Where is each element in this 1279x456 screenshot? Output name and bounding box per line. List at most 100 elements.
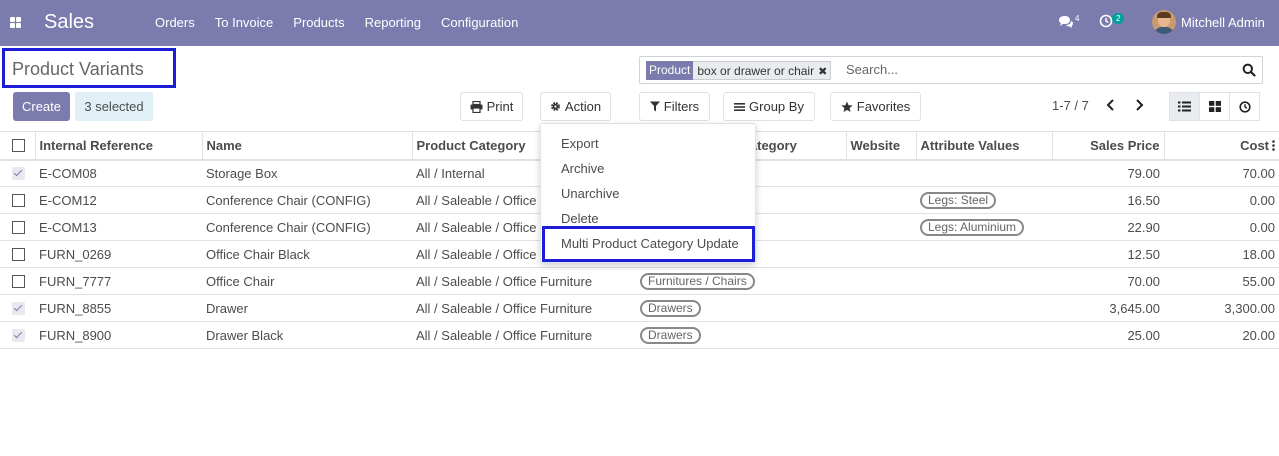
menu-item-delete[interactable]: Delete — [561, 211, 599, 226]
row-checkbox[interactable] — [12, 301, 25, 315]
column-name[interactable]: Name — [201, 131, 412, 161]
cell-attribute-values[interactable] — [916, 294, 1052, 322]
cell-sales-price[interactable]: 16.50 — [1052, 186, 1164, 214]
menu-item-products[interactable]: Products — [293, 15, 344, 30]
cell-attribute-values[interactable]: Legs: Steel — [916, 186, 1052, 214]
cell-category[interactable]: Drawers — [636, 321, 846, 349]
cell-category[interactable]: Furnitures / Chairs — [636, 267, 846, 295]
menu-item-to-invoice[interactable]: To Invoice — [215, 15, 274, 30]
row-select-cell[interactable] — [0, 186, 35, 214]
cell-cost[interactable]: 0.00 — [1164, 213, 1279, 241]
groupby-button[interactable]: Group By — [723, 92, 815, 121]
row-select-cell[interactable] — [0, 213, 35, 241]
cell-product-category[interactable]: All / Saleable / Office Furniture — [412, 267, 636, 295]
menu-item-export[interactable]: Export — [561, 136, 599, 151]
cell-cost[interactable]: 70.00 — [1164, 159, 1279, 187]
search-facet[interactable]: Product box or drawer or chair ✖ — [646, 61, 832, 80]
cell-name[interactable]: Drawer Black — [202, 321, 412, 349]
cell-sales-price[interactable]: 12.50 — [1052, 240, 1164, 268]
app-brand[interactable]: Sales — [44, 11, 94, 34]
table-row[interactable]: FURN_7777 Office Chair All / Saleable / … — [0, 267, 1279, 295]
menu-item-configuration[interactable]: Configuration — [441, 15, 518, 30]
cell-internal-reference[interactable]: E-COM13 — [35, 213, 202, 241]
chevron-right-icon[interactable] — [1132, 97, 1146, 113]
cell-cost[interactable]: 55.00 — [1164, 267, 1279, 295]
cell-name[interactable]: Office Chair Black — [202, 240, 412, 268]
cell-internal-reference[interactable]: FURN_8855 — [35, 294, 202, 322]
cell-website[interactable] — [846, 159, 916, 187]
cell-sales-price[interactable]: 70.00 — [1052, 267, 1164, 295]
cell-website[interactable] — [846, 213, 916, 241]
activity-view-button[interactable] — [1229, 92, 1260, 121]
cell-website[interactable] — [846, 240, 916, 268]
row-select-cell[interactable] — [0, 159, 35, 187]
cell-name[interactable]: Conference Chair (CONFIG) — [202, 186, 412, 214]
select-all-cell[interactable] — [0, 131, 35, 161]
cell-sales-price[interactable]: 25.00 — [1052, 321, 1164, 349]
chat-icon[interactable] — [1058, 14, 1074, 30]
create-button[interactable]: Create — [13, 92, 70, 121]
menu-item-multi-product-category-update[interactable]: Multi Product Category Update — [561, 236, 739, 251]
select-all-checkbox[interactable] — [12, 138, 25, 152]
cell-cost[interactable]: 20.00 — [1164, 321, 1279, 349]
column-attribute-values[interactable]: Attribute Values — [915, 131, 1052, 161]
list-view-button[interactable] — [1169, 92, 1200, 121]
favorites-button[interactable]: Favorites — [830, 92, 921, 121]
cell-website[interactable] — [846, 267, 916, 295]
row-select-cell[interactable] — [0, 267, 35, 295]
menu-item-unarchive[interactable]: Unarchive — [561, 186, 620, 201]
row-select-cell[interactable] — [0, 240, 35, 268]
cell-name[interactable]: Conference Chair (CONFIG) — [202, 213, 412, 241]
print-button[interactable]: Print — [460, 92, 523, 121]
row-select-cell[interactable] — [0, 294, 35, 322]
column-internal-reference[interactable]: Internal Reference — [34, 131, 202, 161]
cell-internal-reference[interactable]: FURN_0269 — [35, 240, 202, 268]
remove-facet-icon[interactable]: ✖ — [818, 66, 827, 78]
row-checkbox[interactable] — [12, 220, 25, 234]
search-bar[interactable]: Product box or drawer or chair ✖ — [639, 56, 1263, 84]
cell-attribute-values[interactable] — [916, 159, 1052, 187]
cell-website[interactable] — [846, 186, 916, 214]
cell-product-category[interactable]: All / Saleable / Office Furniture — [412, 294, 636, 322]
table-row[interactable]: FURN_8855 Drawer All / Saleable / Office… — [0, 294, 1279, 322]
column-sales-price[interactable]: Sales Price — [1051, 131, 1164, 161]
cell-internal-reference[interactable]: E-COM08 — [35, 159, 202, 187]
chevron-left-icon[interactable] — [1104, 97, 1118, 113]
column-cost[interactable]: Cost — [1163, 131, 1279, 161]
cell-name[interactable]: Drawer — [202, 294, 412, 322]
user-name[interactable]: Mitchell Admin — [1181, 15, 1265, 30]
pager-value[interactable]: 1-7 / 7 — [1052, 98, 1089, 113]
row-checkbox[interactable] — [12, 274, 25, 288]
cell-cost[interactable]: 3,300.00 — [1164, 294, 1279, 322]
cell-attribute-values[interactable] — [916, 240, 1052, 268]
cell-name[interactable]: Storage Box — [202, 159, 412, 187]
search-icon[interactable] — [1242, 63, 1256, 77]
cell-category[interactable]: Drawers — [636, 294, 846, 322]
row-checkbox[interactable] — [12, 193, 25, 207]
menu-item-archive[interactable]: Archive — [561, 161, 604, 176]
action-button[interactable]: Action — [540, 92, 611, 121]
activity-clock-icon[interactable] — [1099, 14, 1113, 28]
search-input[interactable] — [846, 62, 1226, 77]
cell-internal-reference[interactable]: E-COM12 — [35, 186, 202, 214]
cell-attribute-values[interactable] — [916, 267, 1052, 295]
menu-item-reporting[interactable]: Reporting — [365, 15, 421, 30]
cell-attribute-values[interactable]: Legs: Aluminium — [916, 213, 1052, 241]
column-website[interactable]: Website — [845, 131, 916, 161]
cell-sales-price[interactable]: 22.90 — [1052, 213, 1164, 241]
cell-sales-price[interactable]: 3,645.00 — [1052, 294, 1164, 322]
row-select-cell[interactable] — [0, 321, 35, 349]
table-row[interactable]: FURN_8900 Drawer Black All / Saleable / … — [0, 321, 1279, 349]
row-checkbox[interactable] — [12, 166, 25, 180]
apps-menu-icon[interactable] — [10, 17, 21, 28]
column-options-icon[interactable] — [1272, 139, 1275, 151]
cell-internal-reference[interactable]: FURN_8900 — [35, 321, 202, 349]
menu-item-orders[interactable]: Orders — [155, 15, 195, 30]
cell-product-category[interactable]: All / Saleable / Office Furniture — [412, 321, 636, 349]
cell-sales-price[interactable]: 79.00 — [1052, 159, 1164, 187]
cell-internal-reference[interactable]: FURN_7777 — [35, 267, 202, 295]
cell-website[interactable] — [846, 294, 916, 322]
filters-button[interactable]: Filters — [639, 92, 710, 121]
cell-name[interactable]: Office Chair — [202, 267, 412, 295]
cell-attribute-values[interactable] — [916, 321, 1052, 349]
